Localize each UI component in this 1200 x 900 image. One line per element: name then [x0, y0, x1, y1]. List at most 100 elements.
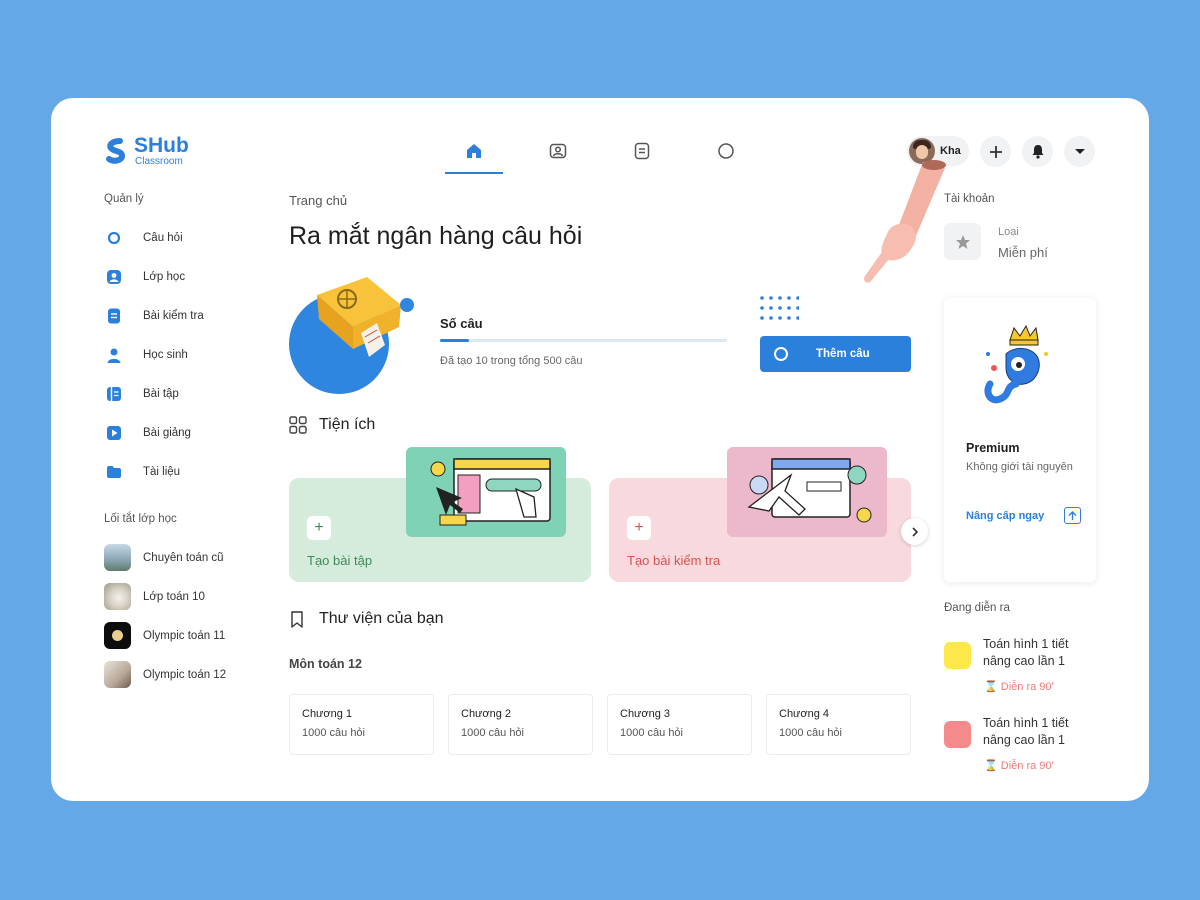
tab-documents[interactable] — [613, 134, 671, 174]
class-thumbnail — [104, 661, 131, 688]
chapter-count: 1000 câu hỏi — [779, 727, 842, 739]
event-title: Toán hình 1 tiết nâng cao lần 1 — [983, 716, 1069, 747]
shortcut-item[interactable]: Olympic toán 11 — [104, 622, 264, 649]
upgrade-arrow-icon[interactable] — [1064, 507, 1081, 524]
upgrade-link[interactable]: Nâng cấp ngay — [966, 510, 1044, 522]
sidebar-item-questions[interactable]: Câu hỏi — [104, 227, 264, 249]
exercise-icon — [107, 387, 121, 401]
lecture-play-icon — [107, 426, 121, 440]
event-item[interactable]: Toán hình 1 tiết nâng cao lần 1 ⌛ Diễn r… — [944, 637, 1104, 702]
class-thumbnail — [104, 583, 131, 610]
sidebar-item-students[interactable]: Học sinh — [104, 344, 264, 366]
event-color-swatch — [944, 721, 971, 748]
document-icon — [634, 142, 650, 160]
chapter-card[interactable]: Chương 3 1000 câu hỏi — [607, 694, 752, 755]
progress-fill — [440, 339, 469, 342]
hourglass-icon: ⌛ — [984, 681, 998, 693]
home-icon — [467, 144, 481, 158]
shortcut-item[interactable]: Lớp toán 10 — [104, 583, 264, 610]
chapter-card[interactable]: Chương 2 1000 câu hỏi — [448, 694, 593, 755]
crown-mascot-illustration — [984, 324, 1048, 404]
test-icon — [108, 308, 120, 324]
next-arrow-button[interactable] — [901, 518, 928, 545]
dots-decoration — [760, 296, 799, 320]
tab-contacts[interactable] — [529, 134, 587, 174]
class-thumbnail — [104, 622, 131, 649]
plan-badge — [944, 223, 981, 260]
event-time: ⌛ Diễn ra 90' — [984, 759, 1054, 772]
question-ring-icon — [107, 231, 121, 245]
premium-description: Không giới tài nguyên — [966, 461, 1073, 473]
plus-icon — [989, 145, 1002, 158]
page-title: Ra mắt ngân hàng câu hỏi — [289, 222, 583, 250]
tab-home[interactable] — [445, 134, 503, 174]
plan-type-label: Loại — [998, 226, 1019, 238]
shortcut-label: Olympic toán 11 — [143, 629, 226, 642]
chapter-count: 1000 câu hỏi — [302, 727, 365, 739]
event-time-label: Diễn ra 90' — [1000, 681, 1054, 693]
shortcut-heading: Lối tắt lớp học — [104, 513, 177, 525]
app-name: SHub — [134, 134, 189, 157]
create-exercise-label: Tạo bài tập — [307, 553, 373, 568]
plan-value: Miễn phí — [998, 245, 1048, 260]
premium-title: Premium — [966, 441, 1020, 455]
notifications-button[interactable] — [1022, 136, 1053, 167]
shub-logo-icon — [106, 138, 126, 164]
event-item[interactable]: Toán hình 1 tiết nâng cao lần 1 ⌛ Diễn r… — [944, 716, 1104, 781]
progress-description: Đã tạo 10 trong tổng 500 câu — [440, 355, 583, 367]
app-window: SHub Classroom Kha Quản lý Câu hỏi Lớp h… — [51, 98, 1149, 801]
shortcut-item[interactable]: Olympic toán 12 — [104, 661, 264, 688]
ongoing-heading: Đang diễn ra — [944, 602, 1010, 614]
sidebar-item-label: Bài tập — [143, 388, 179, 400]
sidebar-item-classes[interactable]: Lớp học — [104, 266, 264, 288]
star-icon — [955, 234, 970, 249]
sidebar-item-exercises[interactable]: Bài tập — [104, 383, 264, 405]
circle-icon — [718, 143, 734, 159]
manage-heading: Quản lý — [104, 193, 144, 205]
account-dropdown-button[interactable] — [1064, 136, 1095, 167]
chapter-title: Chương 4 — [779, 708, 830, 720]
chapter-count: 1000 câu hỏi — [620, 727, 683, 739]
add-question-button[interactable]: Thêm câu — [760, 336, 911, 372]
sidebar-item-lectures[interactable]: Bài giảng — [104, 422, 264, 444]
sidebar-item-documents[interactable]: Tài liệu — [104, 461, 264, 483]
decor-dot — [400, 298, 414, 312]
add-button[interactable] — [980, 136, 1011, 167]
hourglass-icon: ⌛ — [984, 760, 998, 772]
shortcut-item[interactable]: Chuyên toán cũ — [104, 544, 264, 571]
shortcut-label: Chuyên toán cũ — [143, 551, 224, 564]
chapter-card[interactable]: Chương 4 1000 câu hỏi — [766, 694, 911, 755]
grid-icon — [289, 416, 307, 434]
sidebar-item-label: Bài giảng — [143, 427, 191, 439]
event-title: Toán hình 1 tiết nâng cao lần 1 — [983, 637, 1069, 668]
event-time-label: Diễn ra 90' — [1000, 760, 1054, 772]
plus-icon: + — [627, 516, 651, 540]
create-test-label: Tạo bài kiểm tra — [627, 553, 721, 568]
folder-icon — [107, 466, 121, 478]
event-time: ⌛ Diễn ra 90' — [984, 680, 1054, 693]
safe-illustration — [317, 277, 401, 357]
breadcrumb: Trang chủ — [289, 193, 348, 208]
sidebar-item-label: Học sinh — [143, 349, 188, 361]
subject-title: Môn toán 12 — [289, 657, 362, 671]
chevron-right-icon — [911, 526, 918, 537]
progress-label: Số câu — [440, 316, 483, 331]
shortcut-label: Lớp toán 10 — [143, 590, 205, 603]
chapter-card[interactable]: Chương 1 1000 câu hỏi — [289, 694, 434, 755]
circle-icon — [774, 347, 788, 361]
sidebar-item-tests[interactable]: Bài kiểm tra — [104, 305, 264, 327]
student-icon — [107, 348, 121, 363]
premium-card: Premium Không giới tài nguyên Nâng cấp n… — [944, 298, 1096, 582]
add-question-label: Thêm câu — [816, 348, 870, 360]
chapter-title: Chương 3 — [620, 708, 671, 720]
exercise-illustration — [406, 447, 566, 537]
utilities-heading: Tiện ích — [319, 416, 376, 433]
chapter-title: Chương 1 — [302, 708, 353, 720]
shortcut-label: Olympic toán 12 — [143, 668, 227, 681]
tab-other[interactable] — [697, 134, 755, 174]
library-heading: Thư viện của bạn — [319, 610, 444, 627]
test-illustration — [727, 447, 887, 537]
account-heading: Tài khoản — [944, 193, 995, 205]
pointing-hand-illustration — [864, 160, 946, 283]
event-color-swatch — [944, 642, 971, 669]
